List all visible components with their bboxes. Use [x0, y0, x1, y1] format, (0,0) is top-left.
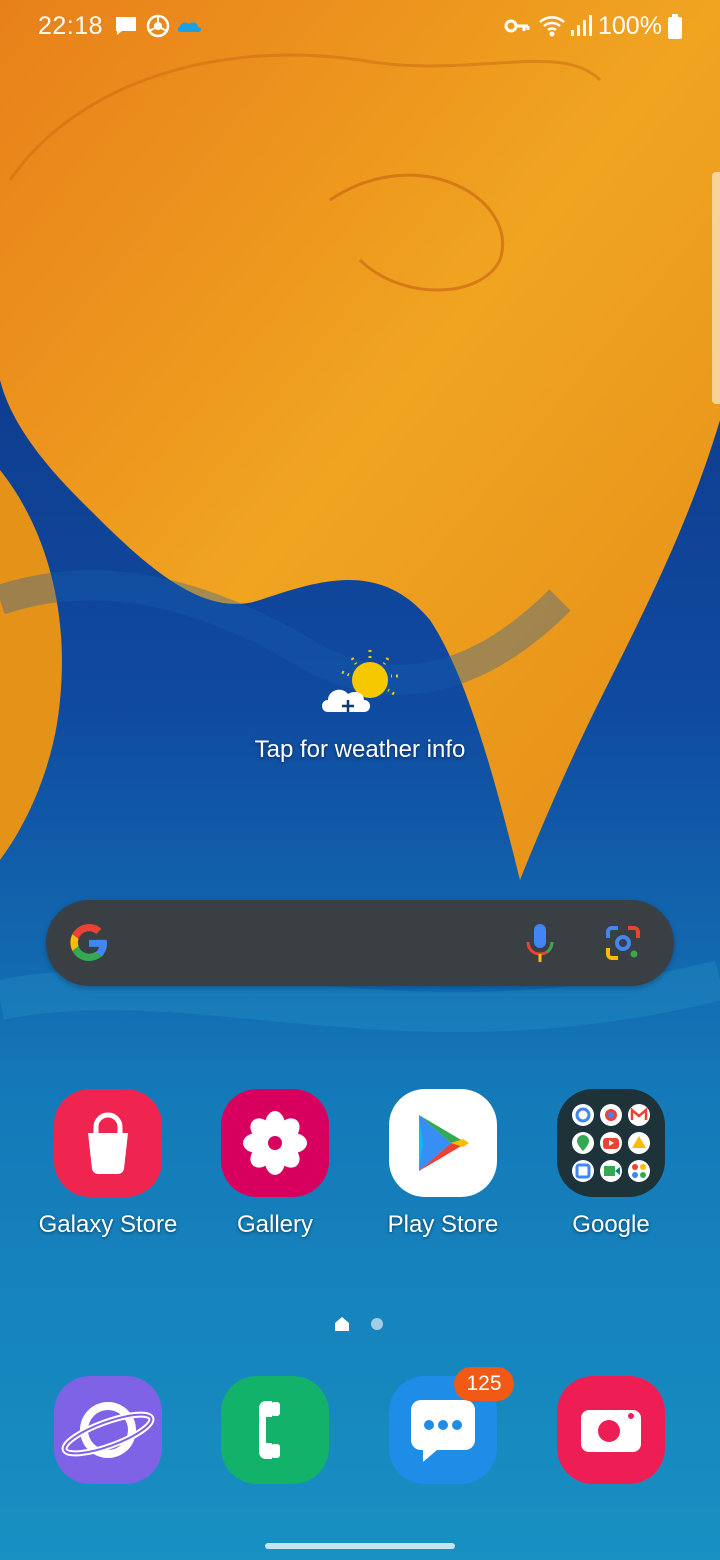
app-label: Galaxy Store: [38, 1211, 178, 1238]
google-folder-icon: [557, 1089, 665, 1197]
weather-widget[interactable]: Tap for weather info: [200, 648, 520, 772]
app-galaxy-store[interactable]: Galaxy Store: [24, 1089, 192, 1259]
dock-camera[interactable]: [527, 1376, 695, 1546]
google-search-bar[interactable]: [46, 900, 674, 986]
gesture-nav-handle[interactable]: [265, 1543, 455, 1549]
weather-text: Tap for weather info: [254, 736, 466, 763]
status-bar[interactable]: 22:18 100%: [0, 0, 720, 56]
gallery-icon: [221, 1089, 329, 1197]
weather-sun-cloud-icon: [318, 648, 402, 725]
dock-phone[interactable]: [191, 1376, 359, 1546]
edge-panel-handle[interactable]: [712, 172, 720, 404]
phone-icon: [221, 1376, 329, 1484]
battery-percent: 100%: [598, 12, 662, 40]
key-icon: [504, 14, 530, 43]
page-indicator-dot[interactable]: [370, 1317, 384, 1336]
page-indicator-home-icon[interactable]: [334, 1316, 350, 1337]
wallpaper: [0, 0, 720, 1560]
app-label: Play Store: [387, 1211, 499, 1238]
wifi-icon: [538, 14, 566, 43]
internet-icon: [54, 1376, 162, 1484]
mic-icon[interactable]: [524, 922, 556, 969]
battery-icon: [667, 14, 683, 45]
app-label: Google: [572, 1211, 650, 1238]
message-icon: [114, 14, 138, 43]
chrome-like-icon: [146, 14, 170, 43]
app-google-folder[interactable]: Google: [527, 1089, 695, 1259]
app-label: Gallery: [236, 1211, 314, 1238]
cloud-icon: [176, 14, 204, 43]
notification-badge: 125: [454, 1367, 514, 1401]
signal-icon: [570, 14, 592, 43]
dock-internet[interactable]: [24, 1376, 192, 1546]
lens-icon[interactable]: [604, 924, 642, 967]
app-gallery[interactable]: Gallery: [191, 1089, 359, 1259]
google-g-icon: [68, 922, 110, 969]
app-play-store[interactable]: Play Store: [359, 1089, 527, 1259]
galaxy-store-icon: [54, 1089, 162, 1197]
play-store-icon: [389, 1089, 497, 1197]
dock-messages[interactable]: [359, 1376, 527, 1546]
status-time: 22:18: [38, 12, 104, 40]
camera-icon: [557, 1376, 665, 1484]
